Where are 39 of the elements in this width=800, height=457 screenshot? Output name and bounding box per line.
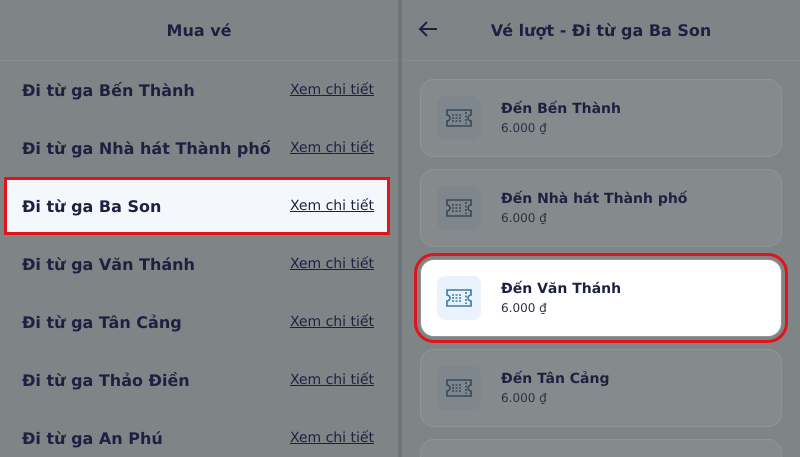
details-link[interactable]: Xem chi tiết: [290, 198, 374, 214]
details-link[interactable]: Xem chi tiết: [290, 314, 374, 330]
station-row[interactable]: Đi từ ga Văn Thánh Xem chi tiết: [4, 235, 390, 293]
station-name: Đi từ ga Văn Thánh: [22, 254, 195, 274]
station-name: Đi từ ga An Phú: [22, 428, 163, 448]
ticket-icon: [445, 198, 473, 218]
ticket-price: 6.000 ₫: [501, 211, 548, 225]
ticket-card[interactable]: Đến Tân Cảng 6.000 ₫: [420, 349, 782, 427]
station-name: Đi từ ga Bến Thành: [22, 80, 195, 100]
station-row[interactable]: Đi từ ga Bến Thành Xem chi tiết: [4, 61, 390, 119]
destination-name: Đến Nhà hát Thành phố: [501, 191, 688, 207]
ticket-icon: [445, 108, 473, 128]
station-name: Đi từ ga Nhà hát Thành phố: [22, 138, 271, 158]
details-link[interactable]: Xem chi tiết: [290, 372, 374, 388]
station-row[interactable]: Đi từ ga Nhà hát Thành phố Xem chi tiết: [4, 119, 390, 177]
station-name: Đi từ ga Ba Son: [22, 196, 162, 216]
details-link[interactable]: Xem chi tiết: [290, 256, 374, 272]
details-link[interactable]: Xem chi tiết: [290, 430, 374, 446]
station-row[interactable]: Đi từ ga Ba Son Xem chi tiết: [4, 177, 390, 235]
station-row[interactable]: Đi từ ga An Phú Xem chi tiết: [4, 409, 390, 457]
details-link[interactable]: Xem chi tiết: [290, 82, 374, 98]
ticket-card[interactable]: Đến Nhà hát Thành phố 6.000 ₫: [420, 169, 782, 247]
ticket-icon: [445, 288, 473, 308]
ticket-price: 6.000 ₫: [501, 121, 548, 135]
ticket-card[interactable]: Đến Bến Thành 6.000 ₫: [420, 79, 782, 157]
ticket-price: 6.000 ₫: [501, 391, 548, 405]
destination-name: Đến Văn Thánh: [501, 281, 622, 297]
station-name: Đi từ ga Tân Cảng: [22, 312, 182, 332]
station-name: Đi từ ga Thảo Điền: [22, 370, 190, 390]
back-arrow-icon[interactable]: [418, 20, 438, 38]
details-link[interactable]: Xem chi tiết: [290, 140, 374, 156]
station-row[interactable]: Đi từ ga Tân Cảng Xem chi tiết: [4, 293, 390, 351]
destination-name: Đến Bến Thành: [501, 101, 621, 117]
ticket-price: 6.000 ₫: [501, 301, 548, 315]
station-row[interactable]: Đi từ ga Thảo Điền Xem chi tiết: [4, 351, 390, 409]
screen-title: Vé lượt - Đi từ ga Ba Son: [490, 20, 712, 40]
ticket-icon: [445, 378, 473, 398]
destination-name: Đến Tân Cảng: [501, 371, 610, 387]
screen-title: Mua vé: [166, 20, 232, 40]
